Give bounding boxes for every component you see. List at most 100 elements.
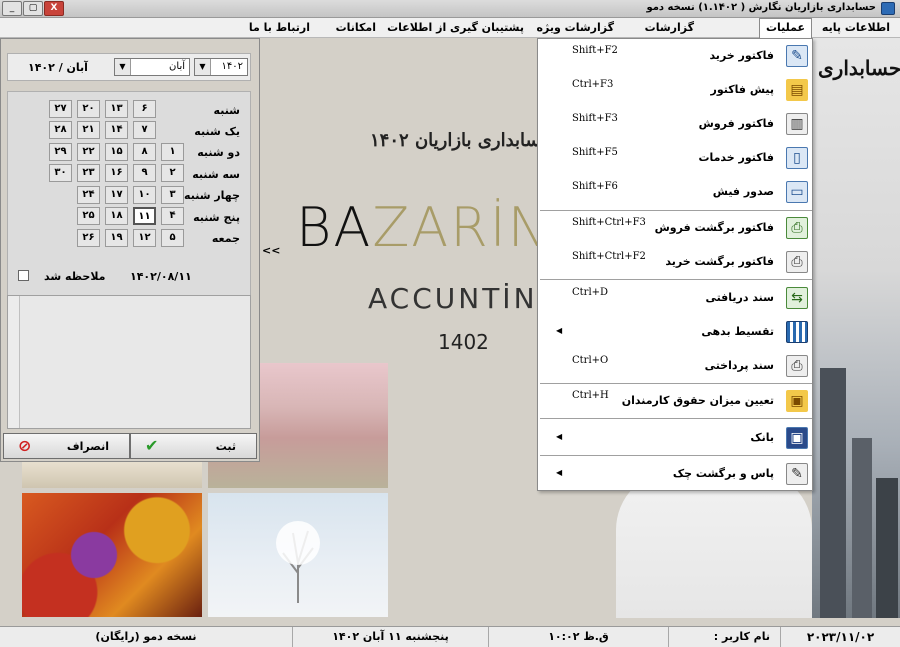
menu-payment-document[interactable]: ⎙ سند پرداختی Ctrl+O: [538, 349, 814, 383]
calendar-day[interactable]: ۷: [133, 121, 156, 139]
menu-purchase-invoice[interactable]: ✎ فاکتور خرید Shift+F2: [538, 39, 814, 73]
calendar-day[interactable]: ۲۸: [49, 121, 72, 139]
calendar-day[interactable]: ۸: [133, 143, 156, 161]
calendar-day[interactable]: ۲۵: [77, 207, 100, 225]
cancel-button[interactable]: ⊘ انصراف: [3, 433, 130, 459]
menu-employee-salary[interactable]: ▣ تعیین میزان حقوق کارمندان Ctrl+H: [538, 384, 814, 418]
calendar-day[interactable]: ۱۸: [105, 207, 128, 225]
calendar-day[interactable]: ۴: [161, 207, 184, 225]
calendar-day[interactable]: ۱۰: [133, 186, 156, 204]
logo-year: 1402: [438, 330, 489, 354]
menu-issue-receipt[interactable]: ▭ صدور فیش Shift+F6: [538, 175, 814, 209]
menu-installment[interactable]: تقسیط بدهی ◀: [538, 315, 814, 349]
title-bar: حسابداری بازاریان نگارش ( ۱.۱۴۰۲) نسخه د…: [0, 0, 900, 18]
menu-bank[interactable]: ▣ بانک ◀: [538, 421, 814, 455]
minimize-button[interactable]: _: [2, 1, 22, 16]
save-button[interactable]: ✔ ثبت: [130, 433, 257, 459]
menu-label: صدور فیش: [712, 185, 774, 198]
menu-operations[interactable]: عملیات: [758, 18, 812, 38]
menu-purchase-return[interactable]: ⎙ فاکتور برگشت خرید Shift+Ctrl+F2: [538, 245, 814, 279]
menu-features[interactable]: امکانات: [330, 18, 382, 38]
calendar-day[interactable]: ۵: [161, 229, 184, 247]
calendar-day[interactable]: ۱۶: [105, 164, 128, 182]
menu-shortcut: Shift+Ctrl+F2: [572, 251, 646, 262]
menu-backup[interactable]: پشتیبان گیری از اطلاعات: [381, 18, 530, 38]
sales-return-icon: ⎙: [786, 217, 808, 239]
calendar-panel: آبان / ۱۴۰۲ ▼ آبان ▼ ۱۴۰۲ شنبه یک شنبه د…: [0, 38, 260, 462]
menu-sales-invoice[interactable]: ▥ فاکتور فروش Shift+F3: [538, 107, 814, 141]
menu-separator: [540, 279, 812, 280]
menu-shortcut: Shift+F5: [572, 147, 618, 158]
logo-brand: BAZARİN: [296, 196, 550, 259]
calendar-day[interactable]: ۱۷: [105, 186, 128, 204]
calendar-day[interactable]: ۱۳: [105, 100, 128, 118]
calendar-day[interactable]: ۳: [161, 186, 184, 204]
autumn-leaves-photo: [22, 493, 202, 617]
calendar-day[interactable]: ۱۹: [105, 229, 128, 247]
calendar-day[interactable]: ۱: [161, 143, 184, 161]
day-label: یک شنبه: [194, 125, 240, 138]
collapse-button[interactable]: <<: [262, 244, 280, 257]
calendar-day[interactable]: ۲: [161, 164, 184, 182]
window-title: حسابداری بازاریان نگارش ( ۱.۱۴۰۲) نسخه د…: [646, 2, 876, 13]
operations-dropdown: ✎ فاکتور خرید Shift+F2 ▤ پیش فاکتور Ctrl…: [537, 38, 813, 491]
menu-shortcut: Shift+F3: [572, 113, 618, 124]
payment-document-icon: ⎙: [786, 355, 808, 377]
invoice-pencil-icon: ✎: [786, 45, 808, 67]
day-label: سه شنبه: [192, 168, 240, 181]
chevron-left-icon: ◀: [556, 432, 563, 441]
chevron-down-icon[interactable]: ▼: [115, 59, 131, 75]
calendar-day[interactable]: ۹: [133, 164, 156, 182]
seen-checkbox[interactable]: [18, 270, 29, 281]
calendar-day[interactable]: ۲۴: [77, 186, 100, 204]
checkmark-icon: ✔: [145, 436, 159, 455]
menu-special-reports[interactable]: گزارشات ویژه: [531, 18, 620, 38]
calendar-day[interactable]: ۲۰: [77, 100, 100, 118]
calendar-day[interactable]: ۳۰: [49, 164, 72, 182]
proforma-icon: ▤: [786, 79, 808, 101]
menu-label: فاکتور خدمات: [698, 151, 774, 164]
calendar-day[interactable]: ۲۳: [77, 164, 100, 182]
close-button[interactable]: X: [44, 1, 64, 16]
purchase-return-icon: ⎙: [786, 251, 808, 273]
calendar-day[interactable]: ۲۹: [49, 143, 72, 161]
seen-label: ملاحظه شد: [44, 270, 106, 283]
logo-brand-gold: ZARİN: [372, 196, 551, 259]
city-skyline: [812, 38, 900, 618]
calendar-day[interactable]: ۱۵: [105, 143, 128, 161]
menu-sales-return[interactable]: ⎙ فاکتور برگشت فروش Shift+Ctrl+F3: [538, 211, 814, 245]
menu-label: بانک: [750, 431, 774, 444]
menu-receive-document[interactable]: ⇆ سند دریافتی Ctrl+D: [538, 281, 814, 315]
chevron-down-icon[interactable]: ▼: [195, 59, 211, 75]
maximize-button[interactable]: ▢: [23, 1, 43, 16]
month-combo[interactable]: ▼ آبان: [114, 58, 190, 76]
save-label: ثبت: [215, 440, 236, 453]
menu-label: تعیین میزان حقوق کارمندان: [621, 394, 774, 407]
menu-cheque[interactable]: ✎ پاس و برگشت چک ◀: [538, 457, 814, 491]
side-brand: حسابداری: [818, 56, 900, 80]
app-icon: [881, 2, 895, 15]
notes-textarea[interactable]: [7, 295, 251, 429]
calendar-day[interactable]: ۱۴: [105, 121, 128, 139]
menu-service-invoice[interactable]: ▯ فاکتور خدمات Shift+F5: [538, 141, 814, 175]
menu-proforma[interactable]: ▤ پیش فاکتور Ctrl+F3: [538, 73, 814, 107]
menu-shortcut: Ctrl+D: [572, 287, 609, 298]
service-invoice-icon: ▯: [786, 147, 808, 169]
calendar-day[interactable]: ۲۶: [77, 229, 100, 247]
calendar-day[interactable]: ۲۲: [77, 143, 100, 161]
calendar-day[interactable]: ۲۱: [77, 121, 100, 139]
calendar-day[interactable]: ۱۲: [133, 229, 156, 247]
menu-base-info[interactable]: اطلاعات پایه: [816, 18, 896, 38]
calendar-day[interactable]: ۶: [133, 100, 156, 118]
menu-contact[interactable]: ارتباط با ما: [243, 18, 316, 38]
chevron-left-icon: ◀: [556, 468, 563, 477]
salary-icon: ▣: [786, 390, 808, 412]
month-label: آبان / ۱۴۰۲: [28, 61, 88, 74]
receipt-printer-icon: ▭: [786, 181, 808, 203]
notes-scrollbar[interactable]: [8, 296, 20, 428]
year-combo[interactable]: ▼ ۱۴۰۲: [194, 58, 248, 76]
day-label: چهار شنبه: [184, 189, 240, 202]
calendar-day-today[interactable]: ۱۱: [133, 207, 156, 225]
menu-reports[interactable]: گزارشات: [639, 18, 700, 38]
calendar-day[interactable]: ۲۷: [49, 100, 72, 118]
